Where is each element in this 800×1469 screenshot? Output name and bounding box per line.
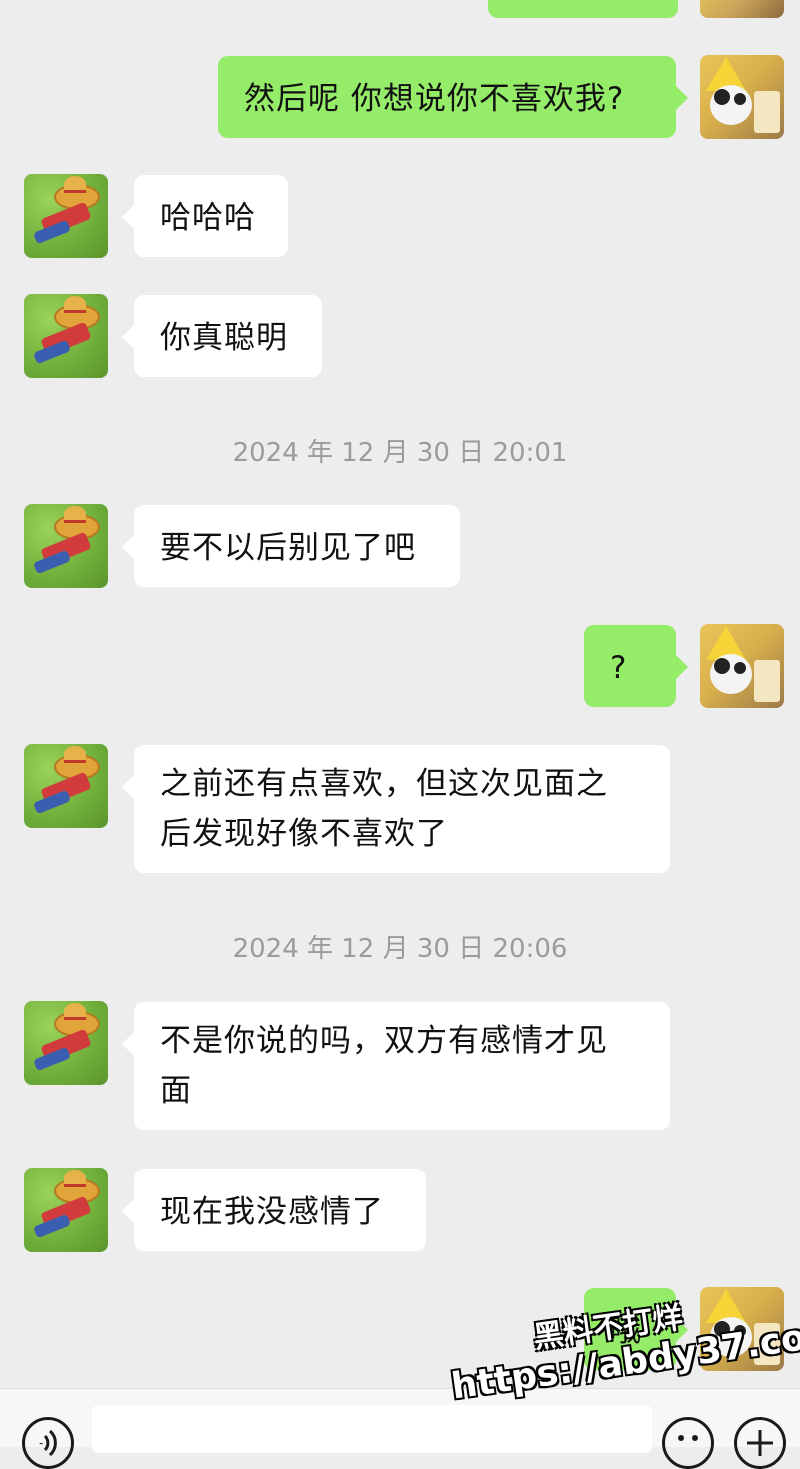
message-text-line: 之前还有点喜欢，但这次见面之: [160, 766, 608, 802]
plus-icon[interactable]: [734, 1417, 786, 1469]
message-bubble[interactable]: 不是你说的吗，双方有感情才见 面: [122, 1002, 670, 1130]
contact-avatar[interactable]: [24, 744, 108, 828]
timestamp: 2024 年 12 月 30 日 20:01: [232, 438, 568, 468]
message-bubble[interactable]: 要不以后别见了吧: [122, 505, 460, 587]
message-text-line: 面: [160, 1073, 192, 1109]
voice-icon[interactable]: [22, 1417, 74, 1469]
contact-avatar[interactable]: [24, 504, 108, 588]
emoji-icon[interactable]: [662, 1417, 714, 1469]
contact-avatar[interactable]: [24, 1001, 108, 1085]
chat-area[interactable]: 然后呢 你想说你不喜欢我? 哈哈哈 你真聪明 2024 年 12 月 30 日 …: [0, 0, 800, 1388]
message-text: 你真聪明: [160, 320, 288, 356]
message-bubble[interactable]: 你真聪明: [122, 295, 322, 377]
message-bubble[interactable]: 现在我没感情了: [122, 1169, 426, 1251]
message-text: 哈哈哈: [160, 200, 256, 236]
contact-avatar[interactable]: [24, 294, 108, 378]
message-text: 然后呢 你想说你不喜欢我?: [244, 81, 625, 117]
message-text: ?: [610, 650, 628, 686]
timestamp: 2024 年 12 月 30 日 20:06: [232, 934, 568, 964]
contact-avatar[interactable]: [24, 1168, 108, 1252]
message-bubble[interactable]: 之前还有点喜欢，但这次见面之 后发现好像不喜欢了: [122, 745, 670, 873]
contact-avatar[interactable]: [24, 174, 108, 258]
partial-message-bubble: [488, 0, 678, 18]
self-avatar-partial: [700, 0, 784, 18]
message-text-line: 后发现好像不喜欢了: [160, 816, 448, 852]
message-bubble[interactable]: 哈哈哈: [122, 175, 288, 257]
self-avatar[interactable]: [700, 55, 784, 139]
message-text: 要不以后别见了吧: [160, 530, 416, 566]
message-bubble[interactable]: ?: [584, 625, 688, 707]
message-text: 现在我没感情了: [160, 1194, 384, 1230]
message-text-line: 不是你说的吗，双方有感情才见: [160, 1023, 608, 1059]
self-avatar[interactable]: [700, 624, 784, 708]
message-bubble[interactable]: 然后呢 你想说你不喜欢我?: [218, 56, 688, 138]
